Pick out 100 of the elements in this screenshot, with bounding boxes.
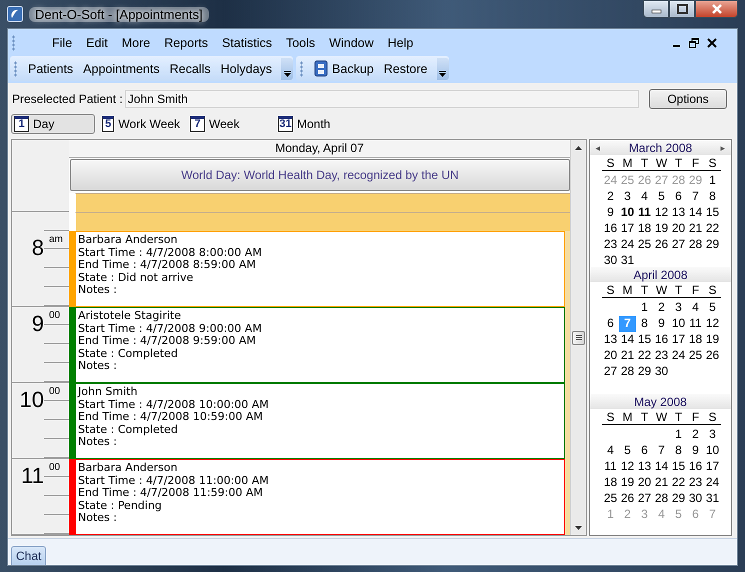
calendar-day[interactable]: 8 [704,189,721,205]
calendar-day[interactable]: 19 [653,221,670,237]
calendar-day[interactable]: 21 [653,475,670,491]
menu-item[interactable]: Statistics [214,34,279,52]
calendar-day[interactable]: 28 [619,364,636,380]
view-tab[interactable]: 1 Day [11,114,95,134]
calendar-day[interactable]: 1 [636,300,653,316]
calendar-day[interactable]: 13 [636,459,653,475]
calendar-day[interactable]: 11 [687,316,704,332]
calendar-day[interactable]: 19 [619,475,636,491]
appointment-card[interactable]: John Smith Start Time : 4/7/2008 10:00:00 AM End Time : 4/7/2008 10:59:00 AM State : Completed Notes : [69,383,565,459]
maximize-button[interactable] [669,0,695,18]
calendar-day[interactable]: 9 [687,443,704,459]
calendar-day[interactable]: 28 [687,237,704,253]
calendar-day[interactable]: 31 [704,491,721,507]
calendar-day[interactable]: 10 [619,205,636,221]
holiday-banner[interactable]: World Day: World Health Day, recognized by the UN [70,159,570,191]
next-month-button[interactable]: ▸ [718,142,728,152]
calendar-day[interactable]: 18 [636,221,653,237]
calendar-day[interactable]: 15 [704,205,721,221]
calendar-day[interactable]: 27 [670,237,687,253]
patient-field[interactable]: John Smith [124,90,639,108]
appointment-card[interactable]: Aristotele Stagirite Start Time : 4/7/2008 9:00:00 AM End Time : 4/7/2008 9:59:00 AM State : Completed Notes : [69,307,565,383]
calendar-day[interactable]: 22 [670,475,687,491]
calendar-day[interactable]: 16 [653,332,670,348]
calendar-day[interactable]: 30 [653,364,670,380]
calendar-day[interactable]: 3 [704,427,721,443]
calendar-day[interactable]: 19 [704,332,721,348]
scroll-thumb[interactable] [572,330,585,344]
toolbar-button[interactable]: Appointments [78,60,165,78]
calendar-day[interactable]: 22 [704,221,721,237]
toolbar-button[interactable]: Restore [378,60,433,78]
calendar-day[interactable]: 1 [670,427,687,443]
close-icon[interactable] [707,38,717,48]
calendar-day[interactable]: 23 [687,475,704,491]
calendar-day[interactable]: 29 [636,364,653,380]
toolbar-button[interactable]: Holydays [216,60,278,78]
calendar-day[interactable]: 10 [704,443,721,459]
toolbar-grip[interactable] [12,34,15,50]
calendar-day[interactable]: 6 [636,443,653,459]
toolbar-button[interactable]: Patients [23,60,78,78]
calendar-day[interactable]: 23 [602,237,619,253]
overflow-button[interactable] [281,58,294,80]
calendar-day[interactable]: 17 [670,332,687,348]
close-button[interactable] [695,0,738,18]
calendar-day[interactable]: 28 [653,491,670,507]
calendar-day[interactable]: 24 [619,237,636,253]
calendar-day[interactable]: 11 [602,459,619,475]
previous-month-button[interactable]: ◂ [593,142,603,152]
calendar-day[interactable]: 3 [670,300,687,316]
calendar-day[interactable]: 7 [653,443,670,459]
calendar-day[interactable]: 27 [602,364,619,380]
calendar-day[interactable]: 7 [687,189,704,205]
calendar-day[interactable]: 5 [653,189,670,205]
calendar-day[interactable]: 8 [636,316,653,332]
appointment-card[interactable]: Barbara Anderson Start Time : 4/7/2008 11:00:00 AM End Time : 4/7/2008 11:59:00 AM State : Pending Notes : [69,459,565,535]
calendar-day[interactable]: 4 [602,443,619,459]
options-button[interactable]: Options [649,89,727,109]
calendar-day[interactable]: 14 [653,459,670,475]
calendar-day[interactable]: 17 [704,459,721,475]
calendar-day[interactable]: 20 [670,221,687,237]
calendar-day[interactable]: 5 [704,300,721,316]
calendar-day[interactable]: 21 [687,221,704,237]
calendar-day[interactable]: 21 [619,348,636,364]
toolbar-grip[interactable] [300,60,304,76]
calendar-day[interactable]: 9 [602,205,619,221]
calendar-day[interactable]: 5 [619,443,636,459]
calendar-day[interactable]: 11 [636,205,653,221]
calendar-day[interactable]: 10 [670,316,687,332]
calendar-day[interactable]: 29 [670,491,687,507]
calendar-day[interactable]: 6 [670,189,687,205]
calendar-day[interactable]: 20 [602,348,619,364]
calendar-day[interactable]: 15 [670,459,687,475]
calendar-day[interactable]: 14 [687,205,704,221]
toolbar-grip[interactable] [14,60,17,76]
menu-item[interactable]: Edit [79,34,115,52]
calendar-day[interactable]: 1 [704,173,721,189]
calendar-day[interactable]: 25 [687,348,704,364]
view-tab[interactable]: 7 Week [187,114,271,134]
menu-item[interactable]: More [114,34,158,52]
calendar-day[interactable]: 29 [704,237,721,253]
view-tab[interactable]: 31 Month [275,114,359,134]
calendar-day[interactable]: 18 [687,332,704,348]
calendar-day[interactable]: 24 [670,348,687,364]
calendar-day[interactable]: 25 [636,237,653,253]
menu-item[interactable]: File [45,34,80,52]
calendar-day[interactable]: 14 [619,332,636,348]
minimize-button[interactable] [643,0,669,18]
calendar-day[interactable]: 12 [653,205,670,221]
calendar-day[interactable]: 16 [687,459,704,475]
calendar-day[interactable]: 26 [619,491,636,507]
menu-item[interactable]: Tools [278,34,322,52]
calendar-day[interactable]: 20 [636,475,653,491]
calendar-day[interactable]: 13 [602,332,619,348]
appointment-card[interactable]: Barbara Anderson Start Time : 4/7/2008 8:00:00 AM End Time : 4/7/2008 8:59:00 AM State : Did not arrive Notes : [69,231,565,307]
calendar-day[interactable]: 22 [636,348,653,364]
calendar-day[interactable]: 4 [636,189,653,205]
calendar-day[interactable]: 25 [602,491,619,507]
calendar-day[interactable]: 26 [704,348,721,364]
calendar-day[interactable]: 2 [653,300,670,316]
